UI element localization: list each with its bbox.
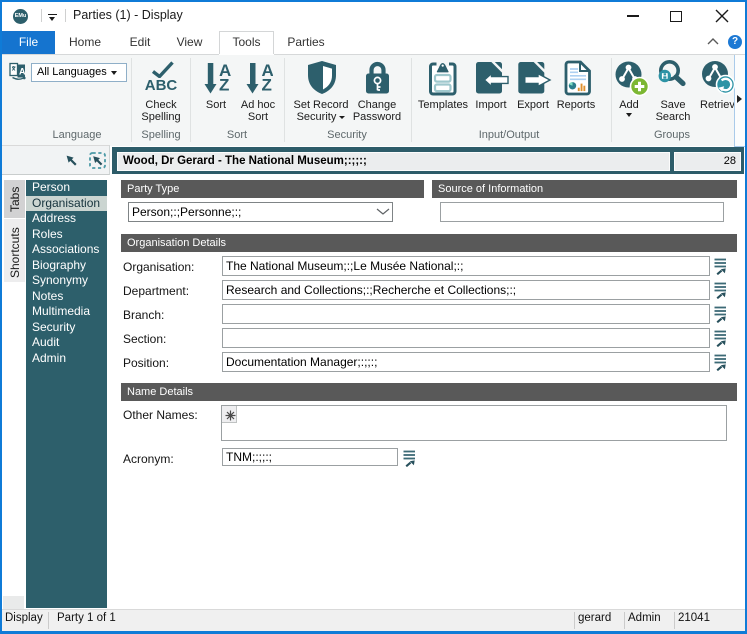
svg-text:A: A — [19, 67, 26, 77]
svg-text:Z: Z — [219, 76, 229, 95]
svg-text:Z: Z — [262, 76, 272, 95]
